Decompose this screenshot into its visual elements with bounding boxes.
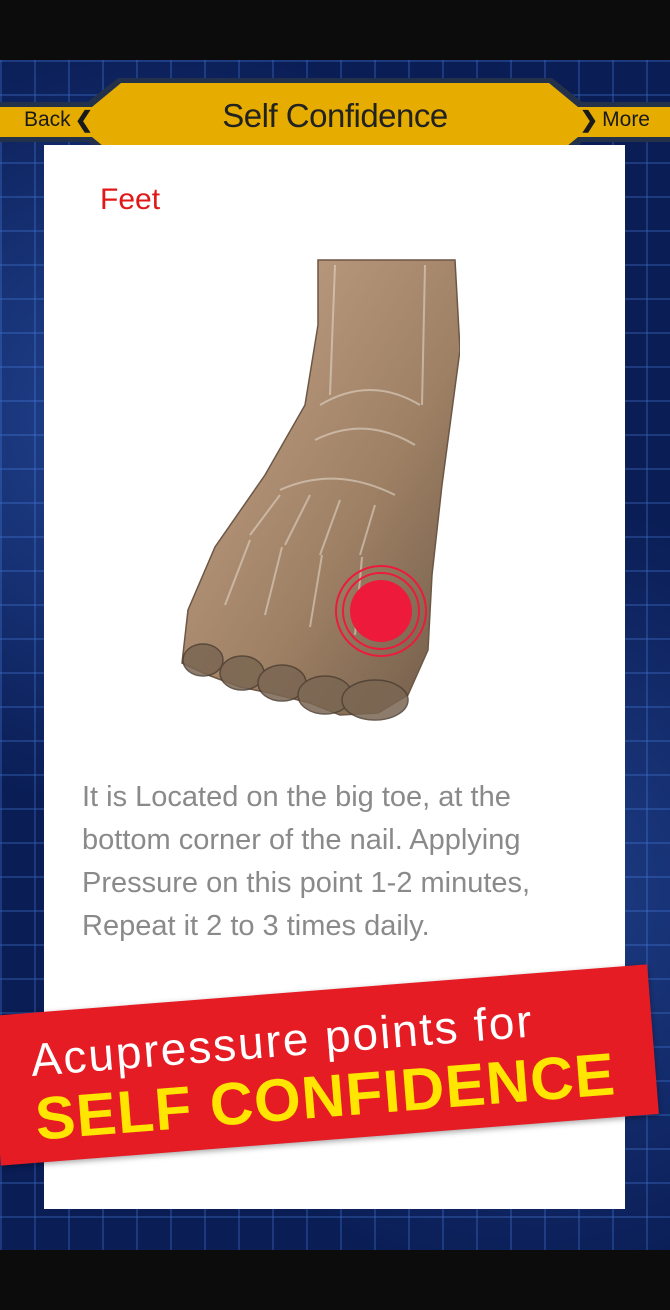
status-bar [0, 0, 670, 60]
description-text: It is Located on the big toe, at the bot… [82, 781, 531, 942]
back-label: Back [24, 108, 71, 131]
more-label: More [602, 108, 650, 131]
back-button[interactable]: Back ❮ [0, 100, 110, 140]
chevron-left-icon: ❮ [74, 107, 94, 132]
navigation-bar [0, 1250, 670, 1310]
foot-illustration [181, 259, 460, 721]
more-button[interactable]: ❯ More [560, 100, 670, 140]
chevron-right-icon: ❯ [579, 107, 599, 132]
page-title: Self Confidence [222, 97, 448, 134]
section-label: Feet [100, 183, 161, 216]
